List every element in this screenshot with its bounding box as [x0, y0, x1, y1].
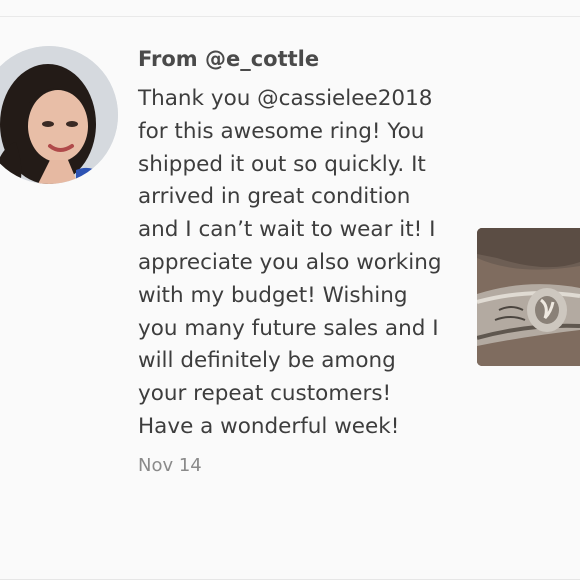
comment-author[interactable]: From @e_cottle: [138, 44, 448, 74]
avatar-photo-icon: [0, 46, 118, 184]
comment-message: Thank you @cassielee2018 for this awesom…: [138, 86, 442, 439]
top-divider: [0, 16, 580, 17]
comment-date: Nov 14: [138, 454, 202, 476]
comment-body: From @e_cottle Thank you @cassielee2018 …: [138, 44, 448, 478]
ring-photo-thumbnail[interactable]: [477, 228, 580, 366]
ring-photo-icon: [477, 228, 580, 366]
avatar[interactable]: [0, 46, 118, 184]
